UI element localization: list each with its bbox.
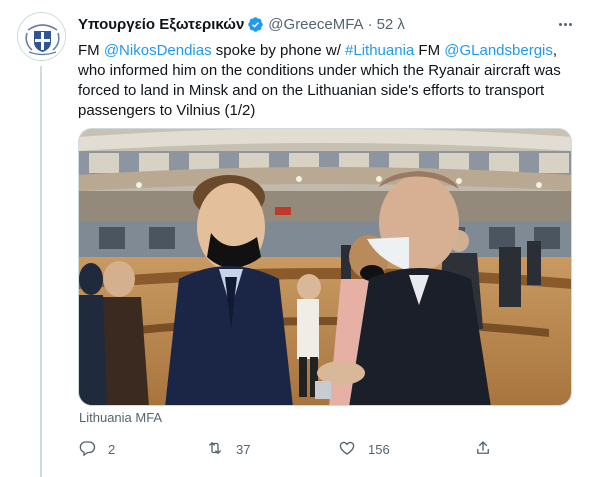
like-button[interactable]: 156 — [338, 438, 390, 460]
text-segment: FM — [414, 42, 445, 59]
tweet-photo[interactable] — [78, 128, 572, 406]
tweet[interactable]: Υπουργείο Εξωτερικών @GreeceMFA · 52 λ F… — [0, 0, 600, 477]
mention-nikosdendias[interactable]: @NikosDendias — [104, 42, 212, 59]
retweet-icon — [206, 439, 224, 460]
more-icon[interactable] — [554, 14, 576, 34]
tweet-header: Υπουργείο Εξωτερικών @GreeceMFA · 52 λ — [78, 14, 405, 34]
reply-icon — [78, 439, 96, 460]
reply-count: 2 — [108, 441, 116, 457]
like-icon — [338, 439, 356, 460]
share-icon — [474, 439, 492, 460]
separator-dot: · — [367, 15, 373, 33]
user-handle[interactable]: @GreeceMFA — [268, 16, 363, 33]
verified-badge-icon — [247, 16, 264, 33]
avatar[interactable] — [17, 12, 66, 61]
retweet-button[interactable]: 37 — [206, 438, 250, 460]
share-button[interactable] — [474, 438, 492, 460]
tweet-actions: 2 37 156 — [78, 438, 498, 460]
thread-line — [40, 66, 42, 477]
coat-of-arms-icon — [18, 13, 65, 60]
text-segment: FM — [78, 42, 104, 59]
media-attribution[interactable]: Lithuania MFA — [79, 410, 162, 425]
tweet-text: FM @NikosDendias spoke by phone w/ #Lith… — [78, 41, 588, 121]
like-count: 156 — [368, 441, 390, 457]
retweet-count: 37 — [236, 441, 251, 457]
reply-button[interactable]: 2 — [78, 438, 115, 460]
timestamp[interactable]: 52 λ — [377, 16, 405, 33]
mention-glandsbergis[interactable]: @GLandsbergis — [444, 42, 553, 59]
display-name[interactable]: Υπουργείο Εξωτερικών — [78, 16, 244, 33]
hashtag-lithuania[interactable]: #Lithuania — [345, 42, 414, 59]
text-segment: spoke by phone w/ — [211, 42, 346, 59]
